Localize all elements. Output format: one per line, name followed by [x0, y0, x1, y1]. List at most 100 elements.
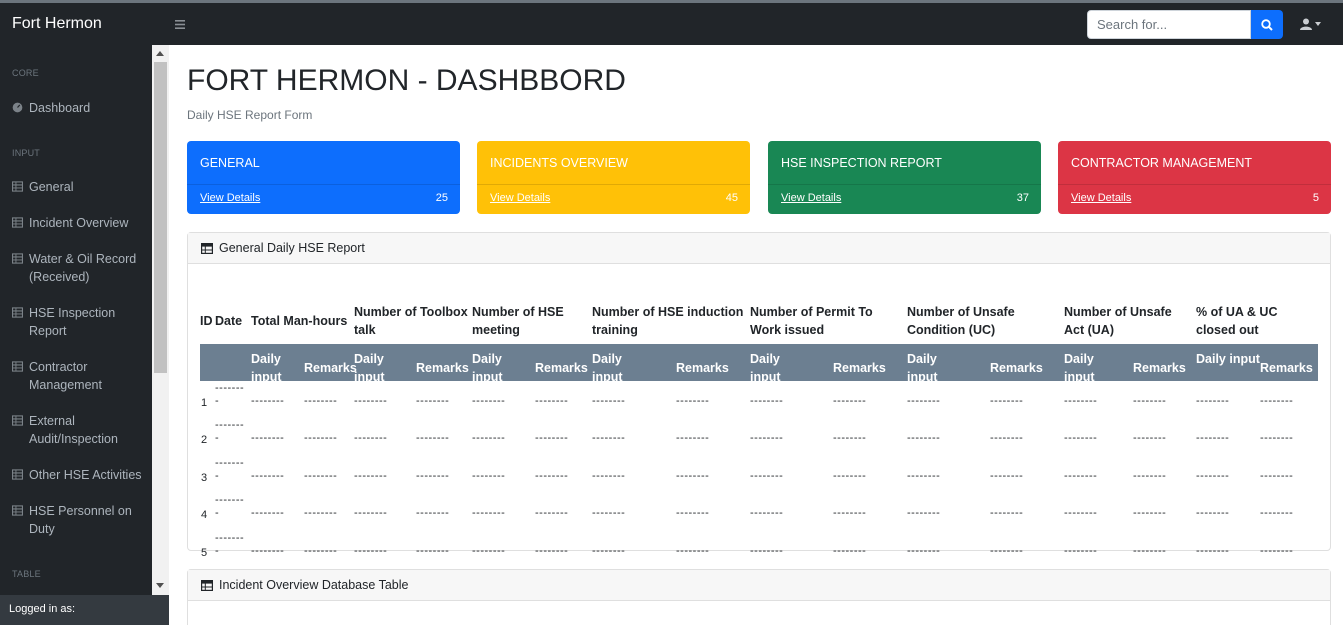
view-details-link[interactable]: View Details	[781, 192, 841, 204]
page-subtitle: Daily HSE Report Form	[187, 108, 313, 122]
table-icon	[201, 579, 213, 591]
sidebar-item-hse-personnel[interactable]: HSE Personnel on Duty	[12, 502, 147, 538]
cell-daily-input: --------	[907, 507, 941, 519]
sidebar-item-label: HSE Inspection Report	[29, 306, 116, 338]
cell-remarks: --------	[676, 432, 710, 444]
gauge-icon	[12, 102, 23, 113]
card-count: 5	[1312, 192, 1319, 204]
card-count: 25	[435, 192, 448, 204]
subheader-remarks: Remarks	[1133, 361, 1186, 375]
subheader-remarks: Remarks	[990, 361, 1043, 375]
subheader-daily-input: Daily input	[1196, 352, 1260, 366]
cell-daily-input: --------	[907, 395, 941, 407]
scroll-down-arrow-icon[interactable]	[156, 583, 164, 588]
cell-remarks: --------	[535, 470, 569, 482]
chevron-down-icon	[1315, 22, 1321, 26]
cell-remarks: --------	[1133, 395, 1167, 407]
cell-remarks: --------	[833, 395, 867, 407]
sidebar-item-contractor-management[interactable]: Contractor Management	[12, 358, 147, 394]
subheader-remarks: Remarks	[676, 361, 729, 375]
sidebar-item-dashboard[interactable]: Dashboard	[12, 99, 147, 117]
sidebar: CORE Dashboard INPUT General Incident Ov…	[0, 45, 169, 625]
user-dropdown[interactable]	[1300, 18, 1321, 30]
sidebar-item-hse-inspection-report[interactable]: HSE Inspection Report	[12, 304, 147, 340]
cell-remarks: --------	[990, 432, 1024, 444]
search-input[interactable]	[1087, 10, 1251, 39]
cell-daily-input: --------	[1196, 507, 1230, 519]
view-details-link[interactable]: View Details	[200, 192, 260, 204]
cell-remarks: --------	[304, 470, 338, 482]
sidebar-toggle-icon[interactable]	[175, 16, 185, 32]
subheader-remarks: Remarks	[1260, 361, 1313, 375]
general-report-panel: General Daily HSE Report ID Date Total Man…	[187, 232, 1331, 559]
view-details-link[interactable]: View Details	[490, 192, 550, 204]
cell-daily-input: --------	[251, 470, 285, 482]
scrollbar-thumb[interactable]	[154, 62, 167, 373]
card-title: HSE INSPECTION REPORT	[781, 156, 942, 170]
cell-daily-input: --------	[472, 470, 506, 482]
cell-daily-input: --------	[472, 507, 506, 519]
sidebar-item-external-audit[interactable]: External Audit/Inspection	[12, 412, 147, 448]
row-date: ------- -	[215, 494, 245, 519]
cell-remarks: --------	[1133, 545, 1167, 557]
cell-daily-input: --------	[251, 395, 285, 407]
cell-remarks: --------	[1133, 470, 1167, 482]
cell-daily-input: --------	[1196, 545, 1230, 557]
cell-daily-input: --------	[750, 507, 784, 519]
cell-daily-input: --------	[592, 395, 626, 407]
subheader-daily-input: Daily input	[592, 352, 623, 384]
card-count: 45	[725, 192, 738, 204]
cell-daily-input: --------	[472, 395, 506, 407]
sidebar-heading-core: CORE	[12, 68, 39, 78]
cell-remarks: --------	[990, 470, 1024, 482]
subheader-daily-input: Daily input	[750, 352, 781, 384]
cell-remarks: --------	[535, 507, 569, 519]
cell-daily-input: --------	[354, 545, 388, 557]
search-icon	[1261, 18, 1273, 31]
table-icon	[12, 469, 23, 480]
cell-remarks: --------	[304, 545, 338, 557]
view-details-link[interactable]: View Details	[1071, 192, 1131, 204]
cell-remarks: --------	[676, 545, 710, 557]
subheader-daily-input: Daily input	[907, 352, 938, 384]
cell-remarks: --------	[990, 545, 1024, 557]
sidebar-item-label: Other HSE Activities	[29, 468, 142, 482]
sidebar-item-label: Water & Oil Record (Received)	[29, 252, 137, 284]
search-form	[1087, 10, 1283, 39]
subheader-daily-input: Daily input	[1064, 352, 1095, 384]
page-title: FORT HERMON - DASHBBORD	[187, 64, 626, 97]
sidebar-item-label: Dashboard	[29, 101, 91, 115]
sidebar-item-label: External Audit/Inspection	[29, 414, 118, 446]
cell-remarks: --------	[304, 507, 338, 519]
column-header: Number of HSE meeting	[472, 305, 564, 337]
column-header: Date	[215, 314, 243, 328]
main-content: FORT HERMON - DASHBBORD Daily HSE Report…	[169, 45, 1343, 625]
subheader-remarks: Remarks	[535, 361, 588, 375]
cell-daily-input: --------	[1064, 470, 1098, 482]
sidebar-item-general[interactable]: General	[12, 178, 147, 196]
cell-daily-input: --------	[472, 432, 506, 444]
incident-overview-panel: Incident Overview Database Table	[187, 569, 1331, 625]
row-id: 4	[201, 509, 208, 521]
subheader-daily-input: Daily input	[472, 352, 503, 384]
sidebar-item-incident-overview[interactable]: Incident Overview	[12, 214, 147, 232]
cell-remarks: --------	[1260, 545, 1294, 557]
scroll-up-arrow-icon[interactable]	[156, 51, 164, 56]
cell-remarks: --------	[416, 432, 450, 444]
card-count: 37	[1016, 192, 1029, 204]
table-icon	[12, 361, 23, 372]
cell-daily-input: --------	[592, 507, 626, 519]
sidebar-item-other-hse-activities[interactable]: Other HSE Activities	[12, 466, 147, 484]
cell-remarks: --------	[416, 545, 450, 557]
cell-remarks: --------	[676, 470, 710, 482]
search-button[interactable]	[1251, 10, 1283, 39]
table-icon	[12, 217, 23, 228]
cell-remarks: --------	[990, 395, 1024, 407]
brand-name[interactable]: Fort Hermon	[0, 15, 170, 33]
column-header: Number of Toolbox talk	[354, 305, 468, 337]
cell-daily-input: --------	[472, 545, 506, 557]
panel-title: General Daily HSE Report	[219, 241, 365, 255]
card-title: GENERAL	[200, 156, 260, 170]
sidebar-scrollbar[interactable]	[152, 45, 169, 595]
sidebar-item-water-oil-record[interactable]: Water & Oil Record (Received)	[12, 250, 147, 286]
